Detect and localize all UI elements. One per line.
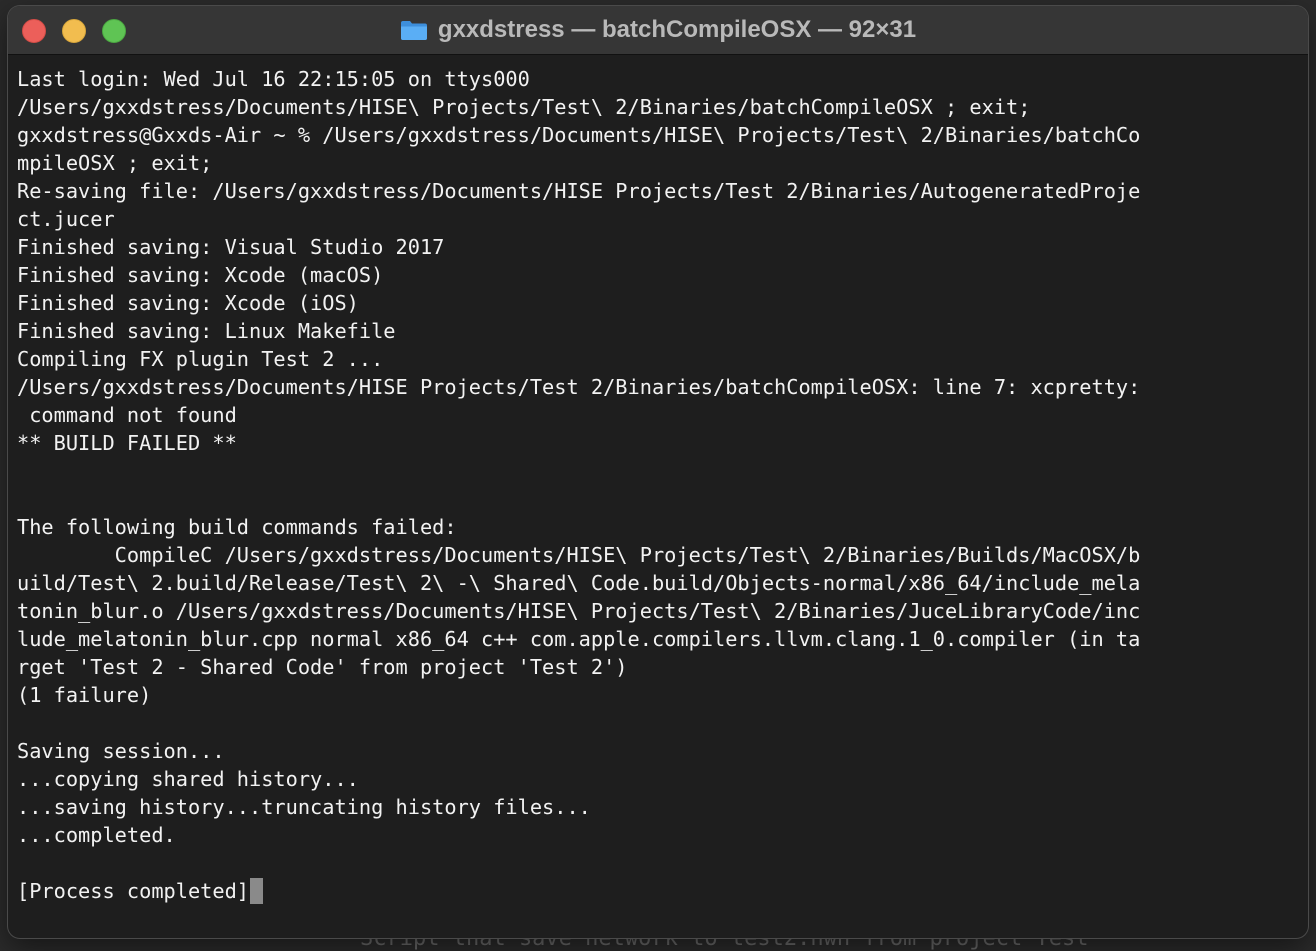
title-bar[interactable]: gxxdstress — batchCompileOSX — 92×31 <box>8 6 1308 55</box>
terminal-line: uild/Test\ 2.build/Release/Test\ 2\ -\ S… <box>17 571 1141 595</box>
terminal-line: CompileC /Users/gxxdstress/Documents/HIS… <box>17 543 1141 567</box>
terminal-line: The following build commands failed: <box>17 515 457 539</box>
terminal-line: Compiling FX plugin Test 2 ... <box>17 347 384 371</box>
folder-icon <box>400 19 428 41</box>
terminal-line: Finished saving: Xcode (macOS) <box>17 263 384 287</box>
terminal-line: /Users/gxxdstress/Documents/HISE\ Projec… <box>17 95 1031 119</box>
terminal-line: Finished saving: Linux Makefile <box>17 319 396 343</box>
terminal-line: ...copying shared history... <box>17 767 359 791</box>
text-cursor <box>250 878 263 904</box>
terminal-line: ** BUILD FAILED ** <box>17 431 237 455</box>
process-completed-text: [Process completed] <box>17 879 249 903</box>
terminal-line: (1 failure) <box>17 683 152 707</box>
terminal-line: Finished saving: Xcode (iOS) <box>17 291 359 315</box>
terminal-line: Re-saving file: /Users/gxxdstress/Docume… <box>17 179 1141 203</box>
terminal-line: Last login: Wed Jul 16 22:15:05 on ttys0… <box>17 67 530 91</box>
terminal-prompt-line: [Process completed] <box>17 877 1308 905</box>
terminal-line: ...saving history...truncating history f… <box>17 795 591 819</box>
terminal-line: command not found <box>17 403 237 427</box>
terminal-line: /Users/gxxdstress/Documents/HISE Project… <box>17 375 1141 399</box>
terminal-line: Finished saving: Visual Studio 2017 <box>17 235 445 259</box>
terminal-line: rget 'Test 2 - Shared Code' from project… <box>17 655 628 679</box>
terminal-line: Saving session... <box>17 739 225 763</box>
terminal-line: lude_melatonin_blur.cpp normal x86_64 c+… <box>17 627 1141 651</box>
window-title-text: gxxdstress — batchCompileOSX — 92×31 <box>437 16 917 43</box>
terminal-window: gxxdstress — batchCompileOSX — 92×31 Las… <box>8 6 1308 938</box>
terminal-line: gxxdstress@Gxxds-Air ~ % /Users/gxxdstre… <box>17 123 1141 147</box>
terminal-line: ct.jucer <box>17 207 115 231</box>
window-title: gxxdstress — batchCompileOSX — 92×31 <box>8 6 1308 54</box>
terminal-output[interactable]: Last login: Wed Jul 16 22:15:05 on ttys0… <box>8 55 1308 938</box>
terminal-line: tonin_blur.o /Users/gxxdstress/Documents… <box>17 599 1141 623</box>
terminal-line: ...completed. <box>17 823 176 847</box>
terminal-line: mpileOSX ; exit; <box>17 151 213 175</box>
